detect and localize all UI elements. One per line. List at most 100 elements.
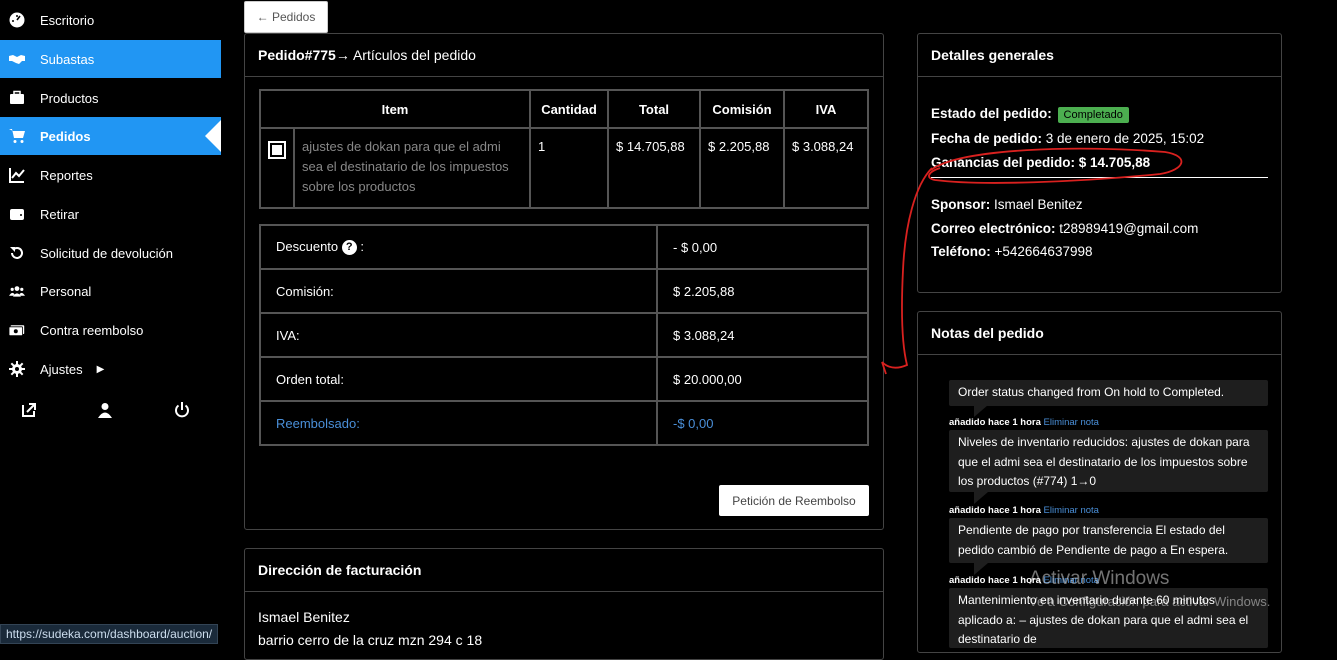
item-iva: $ 3.088,24 — [783, 127, 869, 209]
note-timestamp: añadido hace 1 hora — [949, 505, 1041, 516]
column-header-comision: Comisión — [699, 89, 785, 129]
sponsor-line: Sponsor: Ismael Benitez — [931, 197, 1083, 212]
sidebar-item-label: Escritorio — [40, 12, 95, 28]
iva-value: $ 3.088,24 — [656, 312, 869, 358]
delete-note-link[interactable]: Eliminar nota — [1044, 417, 1099, 428]
order-status-label: Estado del pedido: — [931, 106, 1052, 121]
sidebar-item-label: Personal — [40, 283, 92, 299]
gear-icon — [8, 360, 26, 378]
sidebar-item-escritorio[interactable]: Escritorio — [0, 1, 221, 39]
windows-activation-watermark: Activar Windows — [1029, 568, 1170, 589]
sidebar-item-label: Ajustes — [40, 361, 83, 377]
sidebar-item-ajustes[interactable]: Ajustes ▶ — [0, 350, 221, 388]
order-total-value: $ 20.000,00 — [656, 356, 869, 402]
order-items-header: Pedido#775 → Artículos del pedido — [245, 34, 883, 77]
order-note: Pendiente de pago por transferencia El e… — [949, 518, 1268, 563]
order-earnings-line: Ganancias del pedido: $ 14.705,88 — [931, 155, 1150, 170]
note-tail — [974, 405, 988, 417]
column-header-cantidad: Cantidad — [529, 89, 609, 129]
order-items-title: → Artículos del pedido — [335, 47, 476, 63]
commission-value: $ 2.205,88 — [656, 268, 869, 314]
commission-label: Comisión: — [259, 268, 658, 314]
order-date-value: 3 de enero de 2025, 15:02 — [1042, 131, 1205, 146]
sponsor-value: Ismael Benitez — [990, 197, 1083, 212]
table-row: Descuento ? : - $ 0,00 — [259, 224, 869, 270]
cart-icon — [8, 127, 26, 145]
back-to-orders-button[interactable]: ← Pedidos — [244, 1, 328, 33]
order-total-label: Orden total: — [259, 356, 658, 402]
refunded-label: Reembolsado: — [259, 400, 658, 446]
sidebar-item-retirar[interactable]: Retirar — [0, 195, 221, 233]
user-icon[interactable] — [95, 400, 115, 420]
help-icon[interactable]: ? — [341, 240, 357, 256]
sidebar-item-label: Productos — [40, 90, 99, 106]
delete-note-link[interactable]: Eliminar nota — [1044, 505, 1099, 516]
column-header-item: Item — [259, 89, 531, 129]
general-details-title: Detalles generales — [931, 47, 1054, 63]
active-indicator — [205, 120, 221, 152]
sponsor-label: Sponsor: — [931, 197, 991, 212]
note-timestamp: añadido hace 1 hora — [949, 575, 1041, 586]
email-line: Correo electrónico: t28989419@gmail.com — [931, 221, 1198, 236]
windows-activation-hint: Ve a Configuración para activar Windows. — [1029, 594, 1271, 609]
order-note: Niveles de inventario reducidos: ajustes… — [949, 430, 1268, 492]
sidebar-item-contra-reembolso[interactable]: Contra reembolso — [0, 311, 221, 349]
item-total: $ 14.705,88 — [607, 127, 701, 209]
refund-request-button[interactable]: Petición de Reembolso — [719, 485, 869, 516]
order-items-table: Item Cantidad Total Comisión IVA ajustes… — [259, 89, 869, 209]
sidebar-item-personal[interactable]: Personal — [0, 272, 221, 310]
sidebar: Escritorio Subastas Productos Pedidos Re… — [0, 0, 221, 644]
sidebar-item-devolucion[interactable]: Solicitud de devolución — [0, 234, 221, 272]
note-meta: añadido hace 1 hora Eliminar nota — [949, 505, 1099, 516]
order-date-line: Fecha de pedido: 3 de enero de 2025, 15:… — [931, 131, 1204, 146]
sidebar-item-label: Solicitud de devolución — [40, 245, 173, 261]
order-status-line: Estado del pedido: Completado — [931, 106, 1129, 123]
details-divider — [931, 177, 1268, 178]
wallet-icon — [8, 205, 26, 223]
dashboard-icon — [8, 11, 26, 29]
phone-value: +542664637998 — [990, 244, 1093, 259]
status-badge: Completado — [1057, 107, 1129, 123]
item-thumbnail — [259, 127, 295, 209]
order-totals-table: Descuento ? : - $ 0,00 Comisión: $ 2.205… — [259, 224, 869, 446]
table-row: Orden total: $ 20.000,00 — [259, 356, 869, 402]
email-value: t28989419@gmail.com — [1055, 221, 1199, 236]
sidebar-item-subastas[interactable]: Subastas — [0, 40, 221, 78]
discount-label: Descuento — [276, 238, 339, 254]
handshake-icon — [8, 50, 26, 68]
note-tail — [974, 492, 988, 504]
note-timestamp: añadido hace 1 hora — [949, 417, 1041, 428]
phone-line: Teléfono: +542664637998 — [931, 244, 1092, 259]
power-icon[interactable] — [172, 400, 192, 420]
table-row: IVA: $ 3.088,24 — [259, 312, 869, 358]
item-name[interactable]: ajustes de dokan para que el admi sea el… — [293, 127, 531, 209]
users-icon — [8, 282, 26, 300]
order-number: Pedido#775 — [258, 47, 336, 63]
caret-right-icon: ▶ — [96, 363, 105, 375]
sidebar-item-reportes[interactable]: Reportes — [0, 156, 221, 194]
phone-label: Teléfono: — [931, 244, 991, 259]
order-notes-title: Notas del pedido — [931, 325, 1044, 341]
undo-icon — [8, 244, 26, 262]
iva-label: IVA: — [259, 312, 658, 358]
column-header-iva: IVA — [783, 89, 869, 129]
sidebar-item-pedidos[interactable]: Pedidos — [0, 117, 221, 155]
chart-line-icon — [8, 166, 26, 184]
money-icon — [8, 321, 26, 339]
sidebar-bottom-actions — [0, 400, 221, 424]
sidebar-item-label: Reportes — [40, 167, 93, 183]
sidebar-item-productos[interactable]: Productos — [0, 79, 221, 117]
sidebar-item-label: Retirar — [40, 206, 80, 222]
sidebar-item-label: Contra reembolso — [40, 322, 144, 338]
sidebar-item-label: Subastas — [40, 51, 95, 67]
column-header-total: Total — [607, 89, 701, 129]
billing-header: Dirección de facturación — [245, 549, 883, 592]
status-url: https://sudeka.com/dashboard/auction/ — [0, 624, 219, 644]
order-note: Order status changed from On hold to Com… — [949, 380, 1268, 406]
order-earnings-value: $ 14.705,88 — [1075, 155, 1151, 170]
billing-address: barrio cerro de la cruz mzn 294 c 18 — [258, 632, 483, 648]
item-checkbox[interactable] — [268, 141, 286, 159]
note-meta: añadido hace 1 hora Eliminar nota — [949, 417, 1099, 428]
refunded-value: -$ 0,00 — [656, 400, 869, 446]
external-link-icon[interactable] — [19, 400, 39, 420]
